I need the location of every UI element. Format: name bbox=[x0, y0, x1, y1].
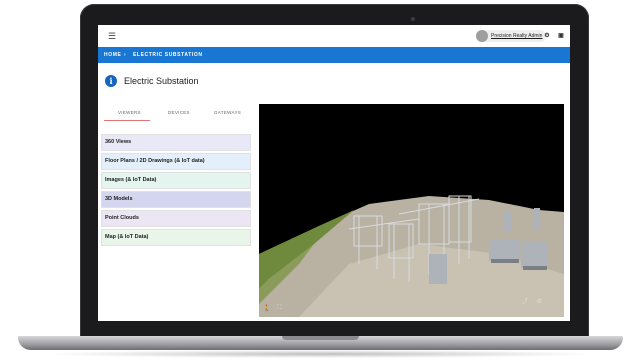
list-item-point-clouds[interactable]: Point Clouds bbox=[101, 210, 251, 227]
active-tab-indicator bbox=[104, 120, 150, 121]
3d-viewer[interactable]: 🚶 ⛶ ⤴ ⚙ bbox=[259, 104, 564, 317]
app-screen: ☰ Precision Realty Admin ⚙ ▣ HOME › ELEC… bbox=[98, 25, 570, 321]
walk-icon[interactable]: 🚶 bbox=[263, 305, 270, 312]
page-header: i Electric Substation bbox=[105, 73, 199, 89]
list-item-360-views[interactable]: 360 Views bbox=[101, 134, 251, 151]
settings-icon[interactable]: ⚙ bbox=[537, 298, 542, 305]
user-menu[interactable]: Precision Realty Admin bbox=[476, 30, 547, 42]
point-cloud-render bbox=[259, 195, 564, 317]
breadcrumb-separator: › bbox=[124, 52, 127, 58]
viewer-list: 360 Views Floor Plans / 2D Drawings (& I… bbox=[101, 134, 251, 248]
settings-icon[interactable]: ⚙ bbox=[542, 31, 552, 41]
fullscreen-icon[interactable]: ⛶ bbox=[277, 305, 281, 312]
list-item-3d-models[interactable]: 3D Models bbox=[101, 191, 251, 208]
feedback-icon[interactable]: ▣ bbox=[556, 31, 566, 41]
page-title: Electric Substation bbox=[124, 76, 199, 86]
user-name: Precision Realty Admin bbox=[491, 33, 543, 39]
tab-devices[interactable]: DEVICES bbox=[168, 110, 190, 115]
breadcrumb: HOME › ELECTRIC SUBSTATION bbox=[98, 47, 570, 63]
list-item-floor-plans[interactable]: Floor Plans / 2D Drawings (& IoT data) bbox=[101, 153, 251, 170]
list-item-images[interactable]: Images (& IoT Data) bbox=[101, 172, 251, 189]
breadcrumb-home[interactable]: HOME bbox=[104, 52, 121, 58]
tab-gateways[interactable]: GATEWAYS bbox=[214, 110, 241, 115]
top-bar: ☰ Precision Realty Admin ⚙ ▣ bbox=[98, 25, 570, 48]
camera-icon bbox=[411, 17, 415, 21]
info-icon[interactable]: i bbox=[105, 75, 117, 87]
laptop-notch bbox=[282, 336, 359, 340]
share-icon[interactable]: ⤴ bbox=[522, 296, 528, 305]
avatar bbox=[476, 30, 488, 42]
hamburger-icon[interactable]: ☰ bbox=[108, 31, 116, 41]
list-item-map[interactable]: Map (& IoT Data) bbox=[101, 229, 251, 246]
laptop-shadow bbox=[40, 350, 601, 358]
tab-viewers[interactable]: VIEWERS bbox=[118, 110, 141, 115]
breadcrumb-current: ELECTRIC SUBSTATION bbox=[133, 52, 203, 58]
